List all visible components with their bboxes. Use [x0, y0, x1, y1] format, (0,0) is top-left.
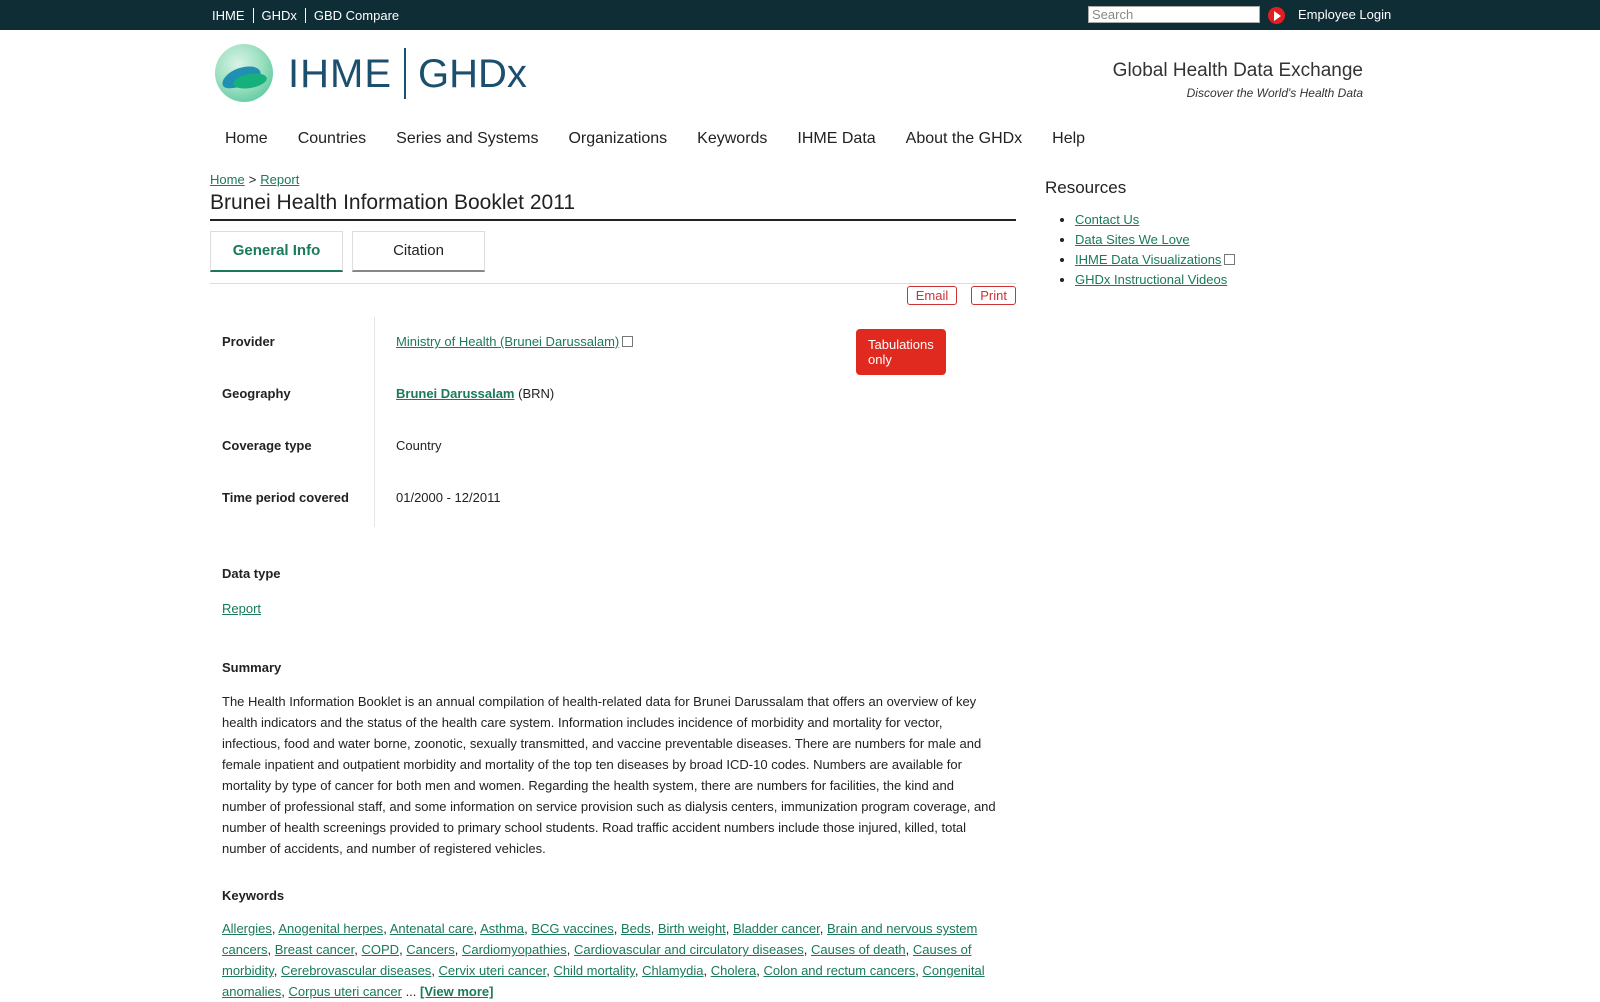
keyword-link[interactable]: Asthma: [480, 921, 524, 936]
geography-link[interactable]: Brunei Darussalam: [396, 386, 515, 401]
divider: [304, 7, 306, 23]
list-item: Data Sites We Love: [1075, 232, 1235, 247]
site-header: IHME GHDx Global Health Data Exchange Di…: [0, 30, 1600, 130]
keyword-link[interactable]: BCG vaccines: [531, 921, 613, 936]
tab-general-info[interactable]: General Info: [210, 231, 343, 272]
list-item: GHDx Instructional Videos: [1075, 272, 1235, 287]
keyword-link[interactable]: Cholera: [711, 963, 757, 978]
top-link-ghdx[interactable]: GHDx: [262, 8, 297, 23]
keyword-link[interactable]: Colon and rectum cancers: [763, 963, 915, 978]
logo-divider: [404, 48, 406, 99]
keyword-link[interactable]: Cardiovascular and circulatory diseases: [574, 942, 804, 957]
top-links: IHME GHDx GBD Compare: [212, 0, 399, 30]
keyword-link[interactable]: Cervix uteri cancer: [439, 963, 547, 978]
keyword-link[interactable]: Cardiomyopathies: [462, 942, 567, 957]
keyword-link[interactable]: Corpus uteri cancer: [289, 984, 402, 999]
list-item: IHME Data Visualizations: [1075, 252, 1236, 267]
tagline-title: Global Health Data Exchange: [1112, 60, 1363, 81]
nav-item-about-the-ghdx[interactable]: About the GHDx: [891, 130, 1038, 148]
keyword-link[interactable]: Cancers: [406, 942, 454, 957]
top-link-gbd-compare[interactable]: GBD Compare: [314, 8, 399, 23]
info-row-time-period: Time period covered 01/2000 - 12/2011: [222, 473, 1012, 525]
keywords-ellipsis: ...: [401, 984, 421, 999]
print-button[interactable]: Print: [971, 286, 1016, 305]
view-more-link[interactable]: [View more]: [420, 984, 493, 999]
page-actions: Email Print: [906, 286, 1016, 305]
tab-citation[interactable]: Citation: [352, 231, 485, 272]
divider: [252, 7, 254, 23]
external-link-icon: [1224, 254, 1236, 265]
provider-label: Provider: [222, 334, 275, 349]
geography-code: (BRN): [518, 386, 555, 401]
summary-text: The Health Information Booklet is an ann…: [222, 694, 996, 856]
page-title: Brunei Health Information Booklet 2011: [210, 191, 1016, 221]
keyword-link[interactable]: Chlamydia: [642, 963, 703, 978]
coverage-label: Coverage type: [222, 438, 312, 453]
time-period-value: 01/2000 - 12/2011: [396, 490, 501, 505]
ihme-viz-link[interactable]: IHME Data Visualizations: [1075, 252, 1221, 267]
data-sites-link[interactable]: Data Sites We Love: [1075, 232, 1190, 247]
tab-bar: General Info Citation: [210, 231, 1016, 284]
keyword-link[interactable]: Causes of death: [811, 942, 906, 957]
data-type-label: Data type: [222, 566, 281, 581]
nav-item-organizations[interactable]: Organizations: [553, 130, 682, 148]
instructional-videos-link[interactable]: GHDx Instructional Videos: [1075, 272, 1227, 287]
email-button[interactable]: Email: [906, 286, 958, 305]
tagline: Global Health Data Exchange Discover the…: [1113, 60, 1363, 100]
employee-login-link[interactable]: Employee Login: [1298, 0, 1391, 30]
tagline-subtitle: Discover the World's Health Data: [1186, 86, 1363, 100]
top-link-ihme[interactable]: IHME: [212, 8, 245, 23]
summary-label: Summary: [222, 660, 282, 675]
info-row-coverage: Coverage type Country: [222, 421, 1012, 473]
contact-us-link[interactable]: Contact Us: [1075, 212, 1139, 227]
main-nav: Home Countries Series and Systems Organi…: [210, 130, 1100, 148]
info-table: Provider Ministry of Health (Brunei Daru…: [222, 317, 1012, 525]
keyword-link[interactable]: Bladder cancer: [733, 921, 820, 936]
time-period-label: Time period covered: [222, 490, 349, 505]
logo-ihme-text[interactable]: IHME: [288, 52, 392, 97]
external-link-icon: [622, 336, 634, 347]
keyword-link[interactable]: Cerebrovascular diseases: [281, 963, 431, 978]
resources-title: Resources: [1045, 178, 1127, 197]
keyword-link[interactable]: COPD: [362, 942, 400, 957]
search-submit-icon[interactable]: [1268, 7, 1285, 24]
main-content: Home > Report Brunei Health Information Bo…: [210, 172, 1016, 999]
resources-sidebar: Resources Contact Us Data Sites We Love …: [1045, 178, 1236, 292]
resources-list: Contact Us Data Sites We Love IHME Data …: [1045, 212, 1236, 287]
geography-value: Brunei Darussalam (BRN): [396, 386, 554, 401]
provider-value: Ministry of Health (Brunei Darussalam) T…: [396, 329, 946, 375]
keywords-list: Allergies, Anogenital herpes, Antenatal …: [222, 921, 985, 999]
breadcrumb-report[interactable]: Report: [260, 172, 299, 187]
coverage-value: Country: [396, 438, 442, 453]
info-row-provider: Provider Ministry of Health (Brunei Daru…: [222, 317, 1012, 375]
info-row-geography: Geography Brunei Darussalam (BRN): [222, 369, 1012, 421]
top-bar: IHME GHDx GBD Compare Search Employee Lo…: [0, 0, 1600, 30]
data-type-link[interactable]: Report: [222, 598, 997, 619]
ihme-logo-icon[interactable]: [215, 44, 273, 102]
keyword-link[interactable]: Allergies: [222, 921, 272, 936]
keyword-link[interactable]: Child mortality: [553, 963, 634, 978]
keyword-link[interactable]: Anogenital herpes: [278, 921, 383, 936]
nav-item-help[interactable]: Help: [1037, 130, 1100, 148]
nav-item-ihme-data[interactable]: IHME Data: [782, 130, 890, 148]
breadcrumb-home[interactable]: Home: [210, 172, 245, 187]
keyword-link[interactable]: Breast cancer: [275, 942, 355, 957]
search-input[interactable]: Search: [1088, 6, 1260, 23]
logo-ghdx-text[interactable]: GHDx: [418, 52, 527, 97]
geography-label: Geography: [222, 386, 291, 401]
breadcrumb-separator: >: [248, 172, 257, 187]
breadcrumb: Home > Report: [210, 172, 1016, 187]
keywords-label: Keywords: [222, 888, 285, 903]
nav-item-series-and-systems[interactable]: Series and Systems: [381, 130, 553, 148]
nav-item-home[interactable]: Home: [210, 130, 283, 148]
keyword-link[interactable]: Beds: [621, 921, 651, 936]
provider-link[interactable]: Ministry of Health (Brunei Darussalam): [396, 334, 619, 349]
list-item: Contact Us: [1075, 212, 1235, 227]
nav-item-countries[interactable]: Countries: [283, 130, 381, 148]
keyword-link[interactable]: Birth weight: [658, 921, 726, 936]
nav-item-keywords[interactable]: Keywords: [682, 130, 782, 148]
keyword-link[interactable]: Antenatal care: [390, 921, 474, 936]
